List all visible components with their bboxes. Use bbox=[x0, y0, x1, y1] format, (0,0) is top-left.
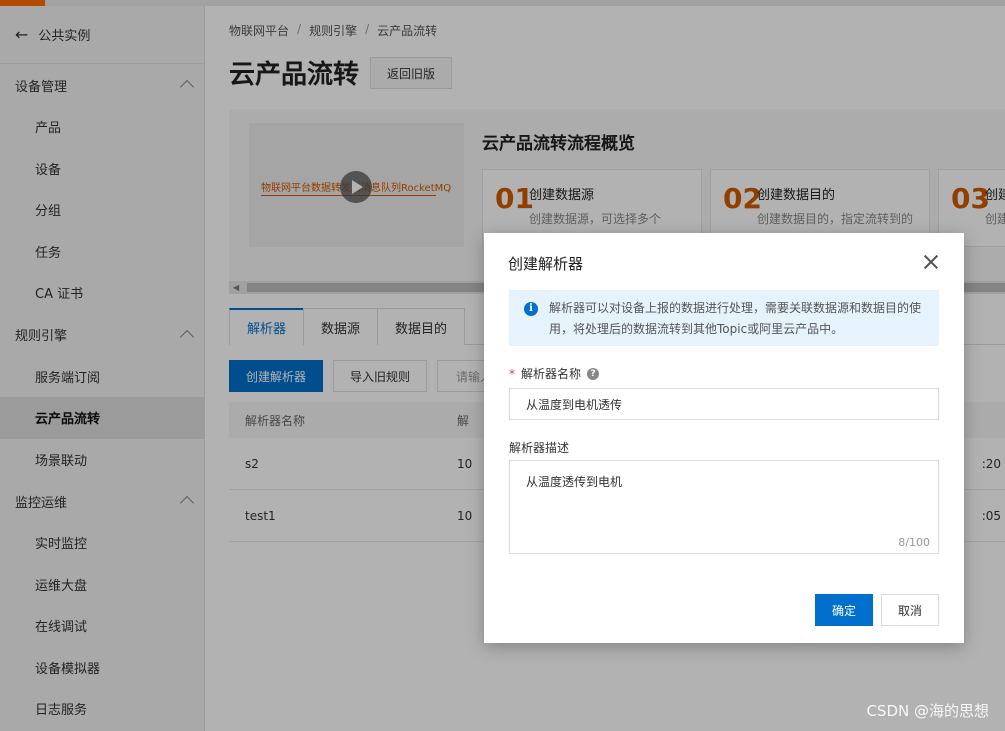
char-counter: 8/100 bbox=[898, 536, 930, 549]
cancel-button[interactable]: 取消 bbox=[881, 594, 939, 626]
create-parser-dialog: 创建解析器 i 解析器可以对设备上报的数据进行处理，需要关联数据源和数据目的使用… bbox=[484, 233, 964, 643]
required-marker: * bbox=[509, 366, 515, 381]
close-icon[interactable] bbox=[922, 253, 940, 271]
label-text: 解析器描述 bbox=[509, 441, 570, 455]
notice-text: 解析器可以对设备上报的数据进行处理，需要关联数据源和数据目的使用，将处理后的数据… bbox=[549, 301, 922, 336]
parser-description-textarea[interactable]: 从温度透传到电机 8/100 bbox=[509, 460, 939, 554]
label-text: 解析器名称 bbox=[521, 367, 582, 381]
dialog-title: 创建解析器 bbox=[508, 255, 584, 273]
textarea-value: 从温度透传到电机 bbox=[526, 475, 623, 489]
name-field-label: * 解析器名称 ? bbox=[509, 365, 600, 382]
info-icon: i bbox=[524, 302, 538, 316]
help-icon[interactable]: ? bbox=[587, 367, 600, 380]
parser-name-input[interactable]: 从温度到电机透传 bbox=[509, 388, 939, 420]
info-notice: i 解析器可以对设备上报的数据进行处理，需要关联数据源和数据目的使用，将处理后的… bbox=[509, 290, 939, 346]
confirm-button[interactable]: 确定 bbox=[815, 594, 873, 626]
watermark: CSDN @海的思想 bbox=[866, 702, 989, 720]
desc-field-label: 解析器描述 bbox=[509, 439, 569, 456]
